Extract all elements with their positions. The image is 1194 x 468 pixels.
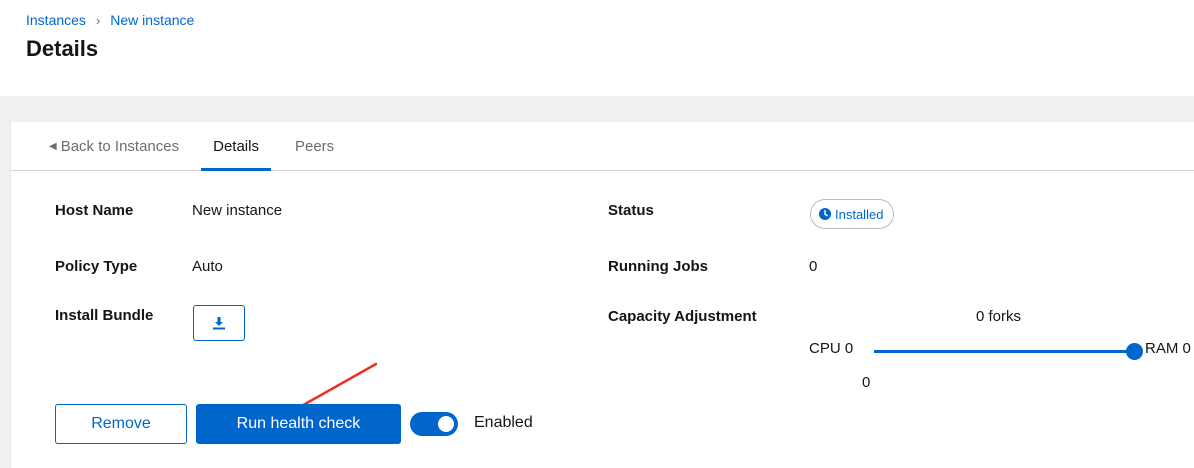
capacity-slider-thumb[interactable] — [1126, 343, 1143, 360]
policy-type-value: Auto — [192, 258, 223, 275]
tab-label: Details — [213, 137, 259, 155]
capacity-adjustment-label: Capacity Adjustment — [608, 308, 757, 325]
host-name-value: New instance — [192, 202, 283, 219]
tab-details[interactable]: Details — [201, 122, 271, 171]
breadcrumb-separator: › — [95, 12, 101, 28]
status-badge: Installed — [810, 199, 895, 229]
clock-icon — [819, 208, 831, 220]
status-label: Status — [608, 202, 654, 219]
tab-label: Peers — [294, 137, 335, 155]
ram-label: RAM 0 — [1145, 340, 1191, 357]
status-badge-text: Installed — [835, 206, 884, 222]
breadcrumb: Instances › New instance — [26, 12, 194, 28]
toggle-knob — [438, 416, 454, 432]
page-header: Instances › New instance Details — [0, 0, 1194, 96]
enabled-toggle[interactable] — [410, 412, 458, 436]
tab-peers[interactable]: Peers — [283, 122, 346, 170]
install-bundle-label: Install Bundle — [55, 307, 154, 324]
tab-bar: ◀ Back to Instances Details Peers — [11, 122, 1194, 171]
running-jobs-value: 0 — [809, 258, 818, 275]
breadcrumb-link-instances[interactable]: Instances — [26, 12, 86, 28]
remove-button[interactable]: Remove — [55, 404, 187, 444]
run-health-check-button[interactable]: Run health check — [196, 404, 401, 444]
policy-type-label: Policy Type — [55, 258, 138, 275]
capacity-slider-track[interactable] — [874, 350, 1135, 353]
running-jobs-label: Running Jobs — [608, 258, 708, 275]
page-title: Details — [26, 36, 99, 61]
cpu-label: CPU 0 — [809, 340, 854, 357]
capacity-slider-value: 0 — [862, 374, 871, 391]
tab-back-to-instances[interactable]: ◀ Back to Instances — [49, 122, 179, 170]
breadcrumb-link-new-instance[interactable]: New instance — [110, 12, 194, 28]
details-card: ◀ Back to Instances Details Peers Host N… — [10, 122, 1194, 468]
host-name-label: Host Name — [55, 202, 134, 219]
forks-value: 0 forks — [976, 308, 1022, 325]
tab-label: Back to Instances — [60, 137, 180, 155]
download-icon — [213, 317, 225, 330]
enabled-toggle-label: Enabled — [474, 414, 533, 431]
caret-left-icon: ◀ — [49, 140, 57, 152]
install-bundle-download-button[interactable] — [193, 305, 245, 341]
